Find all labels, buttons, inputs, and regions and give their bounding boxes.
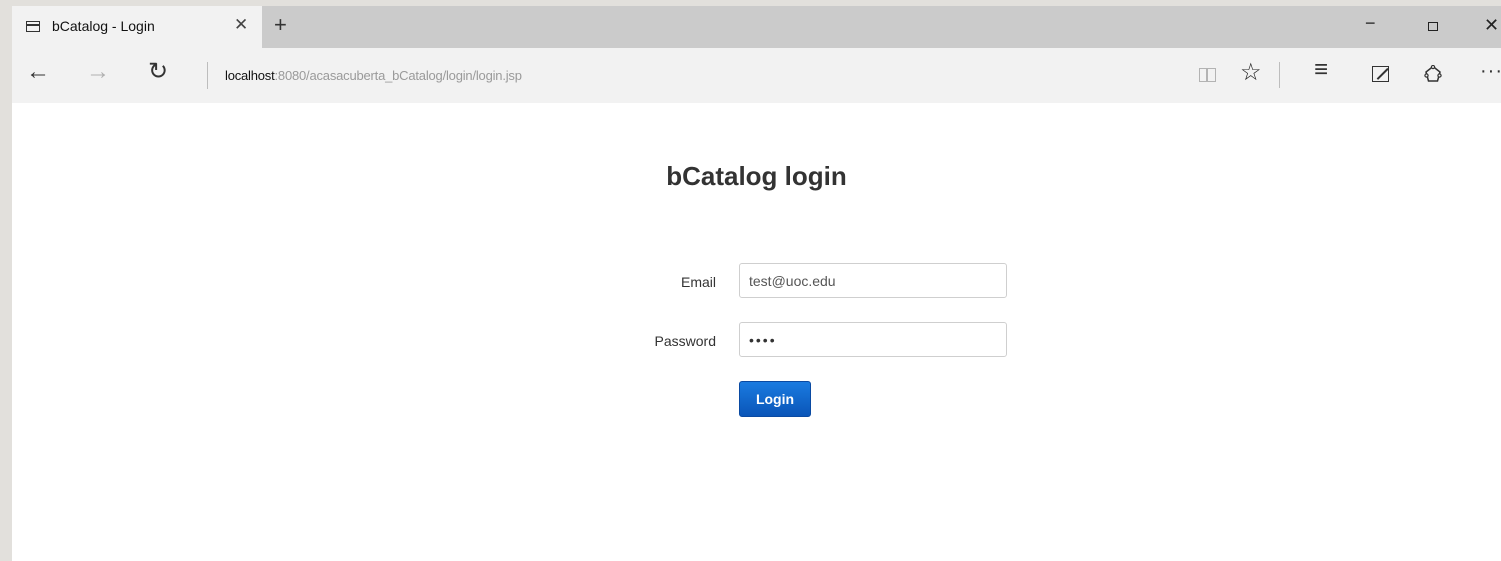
password-field[interactable] (739, 322, 1007, 357)
url-path: :8080/acasacuberta_bCatalog/login/login.… (274, 68, 522, 83)
new-tab-icon[interactable]: + (274, 12, 287, 38)
tab-strip: bCatalog - Login ✕ + − ✕ (12, 6, 1501, 48)
window-close-icon[interactable]: ✕ (1484, 15, 1499, 36)
web-note-icon[interactable] (1372, 66, 1389, 82)
address-divider (207, 62, 208, 89)
hub-icon[interactable]: ≡ (1314, 58, 1328, 82)
reading-view-icon[interactable] (1199, 68, 1216, 82)
refresh-icon[interactable]: ↻ (148, 60, 168, 84)
email-label: Email (680, 274, 716, 290)
browser-window: bCatalog - Login ✕ + − ✕ ← → ↻ localhost… (12, 6, 1501, 561)
toolbar-divider (1279, 62, 1280, 88)
tab-title: bCatalog - Login (52, 18, 155, 34)
maximize-icon[interactable] (1428, 22, 1438, 31)
more-options-icon[interactable]: ··· (1480, 60, 1501, 83)
navigation-bar: ← → ↻ localhost:8080/acasacuberta_bCatal… (12, 48, 1501, 103)
share-icon[interactable] (1424, 65, 1442, 83)
password-label: Password (654, 333, 716, 349)
address-bar[interactable]: localhost:8080/acasacuberta_bCatalog/log… (225, 68, 522, 83)
forward-arrow-icon[interactable]: → (86, 60, 110, 84)
minimize-icon[interactable]: − (1365, 13, 1376, 34)
page-title: bCatalog login (666, 161, 847, 191)
favorite-star-icon[interactable]: ☆ (1240, 61, 1262, 85)
url-host: localhost (225, 68, 275, 83)
page-icon (26, 21, 40, 32)
close-tab-icon[interactable]: ✕ (234, 15, 248, 35)
page-content: bCatalog login Email Password Login (12, 103, 1501, 561)
back-arrow-icon[interactable]: ← (26, 60, 50, 84)
email-field[interactable] (739, 263, 1007, 298)
login-button[interactable]: Login (739, 381, 811, 417)
tab-bcatalog-login[interactable]: bCatalog - Login ✕ (12, 6, 262, 48)
